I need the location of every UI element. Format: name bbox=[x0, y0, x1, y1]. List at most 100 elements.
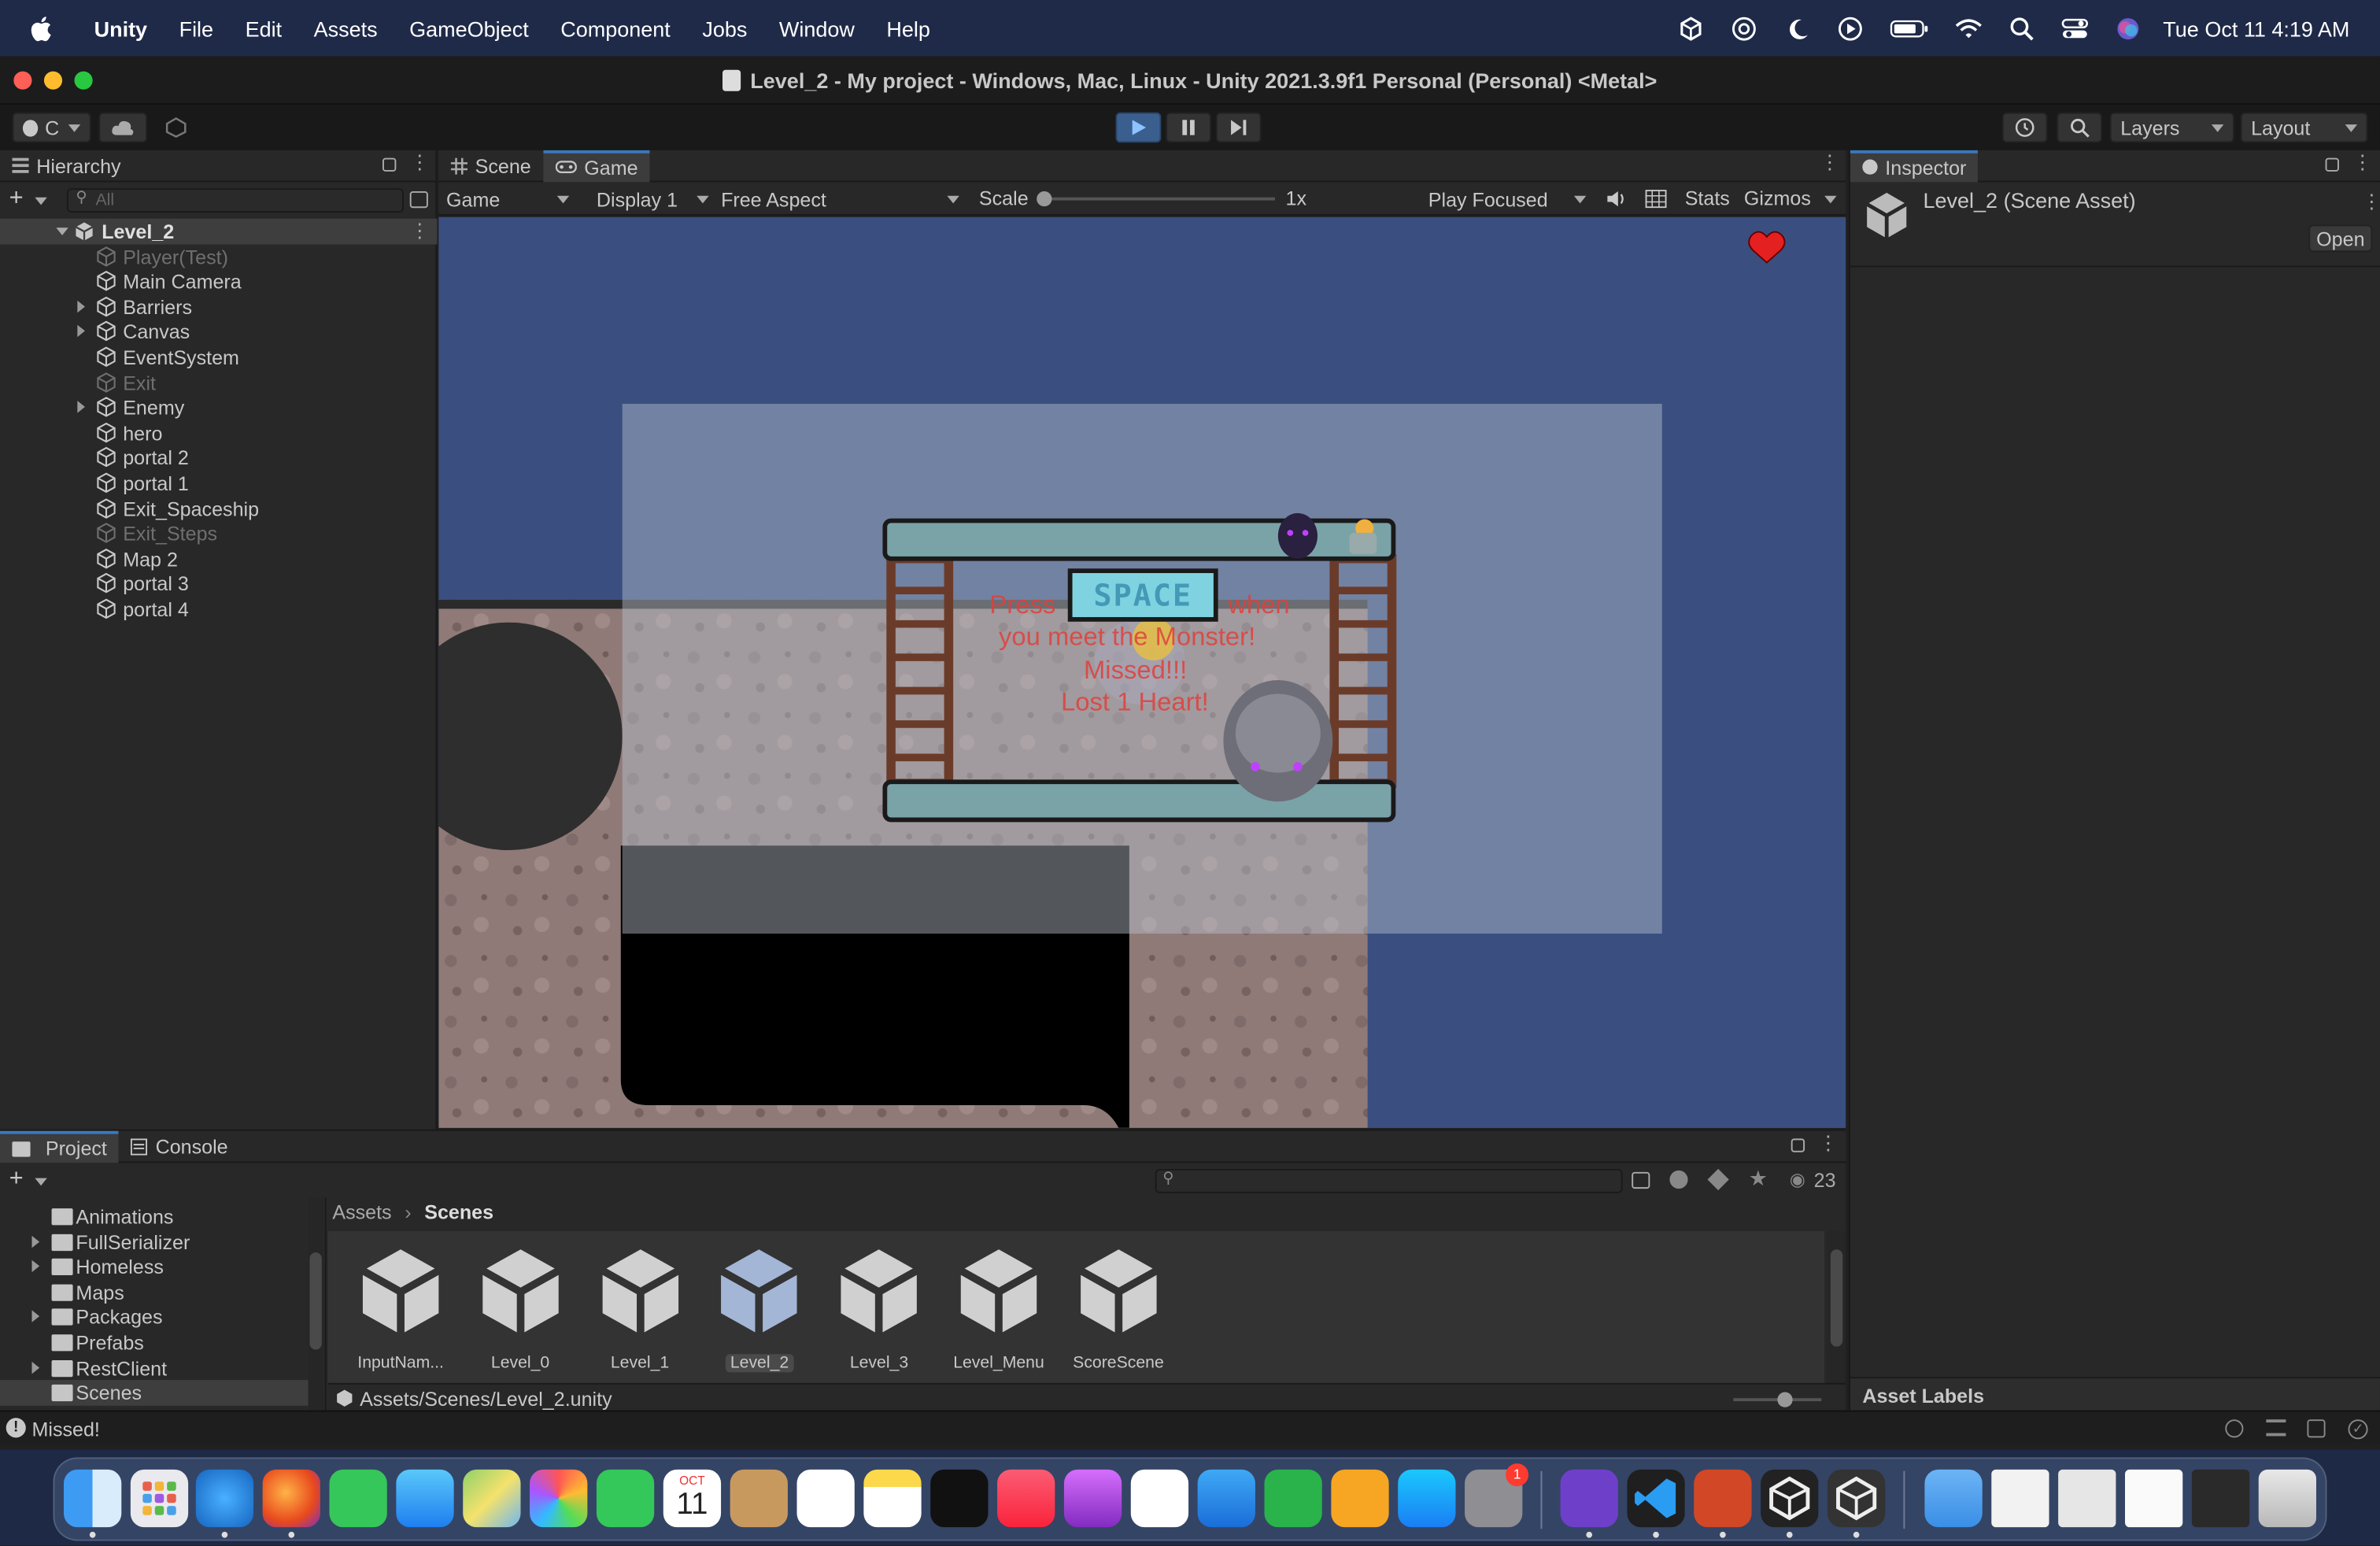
kebab-menu-icon[interactable]: ⋮ bbox=[2362, 190, 2380, 214]
dock-apple-tv-icon[interactable] bbox=[930, 1469, 989, 1528]
folder-item[interactable]: Animations bbox=[0, 1204, 311, 1229]
menu-assets[interactable]: Assets bbox=[314, 16, 378, 40]
layers-dropdown[interactable]: Layers bbox=[2109, 112, 2234, 143]
folder-item[interactable]: Homeless bbox=[0, 1254, 311, 1279]
game-mode-dropdown[interactable]: Game bbox=[438, 182, 578, 215]
hierarchy-scene-row[interactable]: Level_2 ⋮ bbox=[0, 218, 438, 244]
lock-icon[interactable] bbox=[2325, 157, 2339, 172]
chevron-down-icon[interactable] bbox=[35, 197, 47, 205]
hierarchy-item[interactable]: Exit_Spaceship bbox=[0, 496, 437, 521]
gizmos-button[interactable]: Gizmos bbox=[1744, 187, 1811, 209]
siri-icon[interactable] bbox=[2115, 14, 2142, 42]
project-search-input[interactable]: ⚲ bbox=[1155, 1168, 1623, 1193]
filter-by-type-icon[interactable] bbox=[1669, 1170, 1688, 1189]
dock-recent-window-3-icon[interactable] bbox=[2124, 1469, 2183, 1528]
dock-pages-icon[interactable] bbox=[1331, 1469, 1389, 1528]
chevron-right-icon[interactable] bbox=[77, 300, 85, 313]
history-button[interactable] bbox=[2001, 112, 2048, 143]
hidden-eye-icon[interactable]: ◉ bbox=[1790, 1169, 1805, 1190]
asset-item[interactable]: Level_3 bbox=[820, 1241, 938, 1378]
dock-numbers-icon[interactable] bbox=[1264, 1469, 1322, 1528]
asset-grid-scroll-thumb[interactable] bbox=[1830, 1249, 1843, 1347]
folder-item[interactable]: Prefabs bbox=[0, 1330, 311, 1355]
dock-notes-icon[interactable] bbox=[863, 1469, 922, 1528]
scale-slider[interactable] bbox=[1037, 190, 1275, 207]
kebab-menu-icon[interactable]: ⋮ bbox=[1820, 150, 1839, 175]
hierarchy-item[interactable]: portal 4 bbox=[0, 597, 437, 622]
dock-launchpad-icon[interactable] bbox=[130, 1469, 189, 1528]
dock-downloads-folder-icon[interactable] bbox=[1924, 1469, 1983, 1528]
menu-edit[interactable]: Edit bbox=[246, 16, 283, 40]
chevron-right-icon[interactable] bbox=[31, 1260, 40, 1273]
hierarchy-search-input[interactable]: ⚲ All bbox=[66, 188, 404, 213]
menu-file[interactable]: File bbox=[179, 16, 214, 40]
layout-dropdown[interactable]: Layout bbox=[2240, 112, 2368, 143]
dock-trash-icon[interactable] bbox=[2258, 1469, 2316, 1528]
progress-stack-icon[interactable] bbox=[2266, 1419, 2286, 1437]
save-search-icon[interactable] bbox=[1632, 1171, 1650, 1189]
debug-icon[interactable] bbox=[2225, 1419, 2244, 1438]
kebab-menu-icon[interactable]: ⋮ bbox=[2352, 150, 2372, 175]
chevron-down-icon[interactable] bbox=[56, 227, 68, 235]
collab-button[interactable] bbox=[155, 113, 198, 143]
tab-game[interactable]: Game bbox=[543, 149, 650, 182]
dock-app-store-icon[interactable] bbox=[1398, 1469, 1456, 1528]
unity-status-icon[interactable] bbox=[1677, 14, 1705, 42]
menu-help[interactable]: Help bbox=[886, 16, 930, 40]
auto-generate-icon[interactable] bbox=[2307, 1419, 2326, 1438]
chevron-right-icon[interactable] bbox=[31, 1311, 40, 1323]
dock-firefox-icon[interactable] bbox=[262, 1469, 320, 1528]
focus-icon[interactable] bbox=[1731, 14, 1758, 42]
dock-photos-icon[interactable] bbox=[530, 1469, 588, 1528]
play-status-icon[interactable] bbox=[1837, 14, 1864, 42]
apple-icon[interactable] bbox=[31, 14, 55, 42]
hierarchy-item[interactable]: Map 2 bbox=[0, 546, 437, 571]
account-dropdown[interactable]: C bbox=[12, 112, 91, 143]
tab-console[interactable]: Console bbox=[119, 1130, 240, 1162]
hierarchy-item[interactable]: EventSystem bbox=[0, 345, 437, 370]
menu-app-unity[interactable]: Unity bbox=[94, 16, 147, 40]
play-focused-dropdown[interactable]: Play Focused bbox=[1421, 182, 1592, 215]
hierarchy-item[interactable]: Player(Test) bbox=[0, 244, 437, 269]
chevron-down-icon[interactable] bbox=[1824, 195, 1837, 204]
asset-grid-scrollbar[interactable] bbox=[1827, 1231, 1846, 1383]
dock-powerpoint-icon[interactable] bbox=[1694, 1469, 1752, 1528]
stats-button[interactable]: Stats bbox=[1685, 187, 1730, 209]
dock-news-icon[interactable] bbox=[1130, 1469, 1189, 1528]
scene-visibility-icon[interactable] bbox=[409, 190, 428, 209]
display-dropdown[interactable]: Display 1 bbox=[589, 182, 713, 215]
breadcrumb-scenes[interactable]: Scenes bbox=[424, 1200, 493, 1223]
hierarchy-item[interactable]: hero bbox=[0, 420, 437, 446]
status-message[interactable]: Missed! bbox=[31, 1418, 99, 1441]
favorites-star-icon[interactable]: ★ bbox=[1749, 1166, 1768, 1192]
scale-slider-handle[interactable] bbox=[1037, 190, 1052, 207]
dock-keynote-icon[interactable] bbox=[1197, 1469, 1255, 1528]
dock-contacts-icon[interactable] bbox=[730, 1469, 788, 1528]
menu-gameobject[interactable]: GameObject bbox=[409, 16, 529, 40]
folder-item[interactable]: Maps bbox=[0, 1279, 311, 1304]
breadcrumb-assets[interactable]: Assets bbox=[332, 1200, 391, 1223]
dock-facetime-icon[interactable] bbox=[596, 1469, 655, 1528]
hierarchy-item[interactable]: Exit bbox=[0, 370, 437, 395]
icon-size-slider-handle[interactable] bbox=[1777, 1392, 1793, 1407]
dock-messages-icon[interactable] bbox=[329, 1469, 387, 1528]
asset-item[interactable]: Level_1 bbox=[581, 1241, 699, 1378]
folder-item[interactable]: RestClient bbox=[0, 1355, 311, 1380]
tab-scene[interactable]: Scene bbox=[438, 150, 543, 181]
battery-icon[interactable] bbox=[1890, 14, 1929, 42]
menu-component[interactable]: Component bbox=[560, 16, 671, 40]
asset-item[interactable]: Level_0 bbox=[461, 1241, 579, 1378]
cloud-button[interactable] bbox=[98, 112, 148, 143]
hierarchy-item[interactable]: Main Camera bbox=[0, 269, 437, 294]
folder-tree-scroll-thumb[interactable] bbox=[309, 1252, 322, 1350]
dock-mail-icon[interactable] bbox=[396, 1469, 454, 1528]
moon-icon[interactable] bbox=[1783, 14, 1811, 42]
hierarchy-item[interactable]: portal 1 bbox=[0, 471, 437, 496]
search-button[interactable] bbox=[2057, 112, 2103, 143]
dock-recent-window-4-icon[interactable] bbox=[2191, 1469, 2250, 1528]
menu-clock[interactable]: Tue Oct 11 4:19 AM bbox=[2163, 16, 2349, 40]
hierarchy-item[interactable]: portal 3 bbox=[0, 571, 437, 597]
dock-unity-hub-icon[interactable] bbox=[1761, 1469, 1819, 1528]
asset-item[interactable]: InputNam... bbox=[342, 1241, 460, 1378]
chevron-down-icon[interactable] bbox=[35, 1178, 47, 1186]
